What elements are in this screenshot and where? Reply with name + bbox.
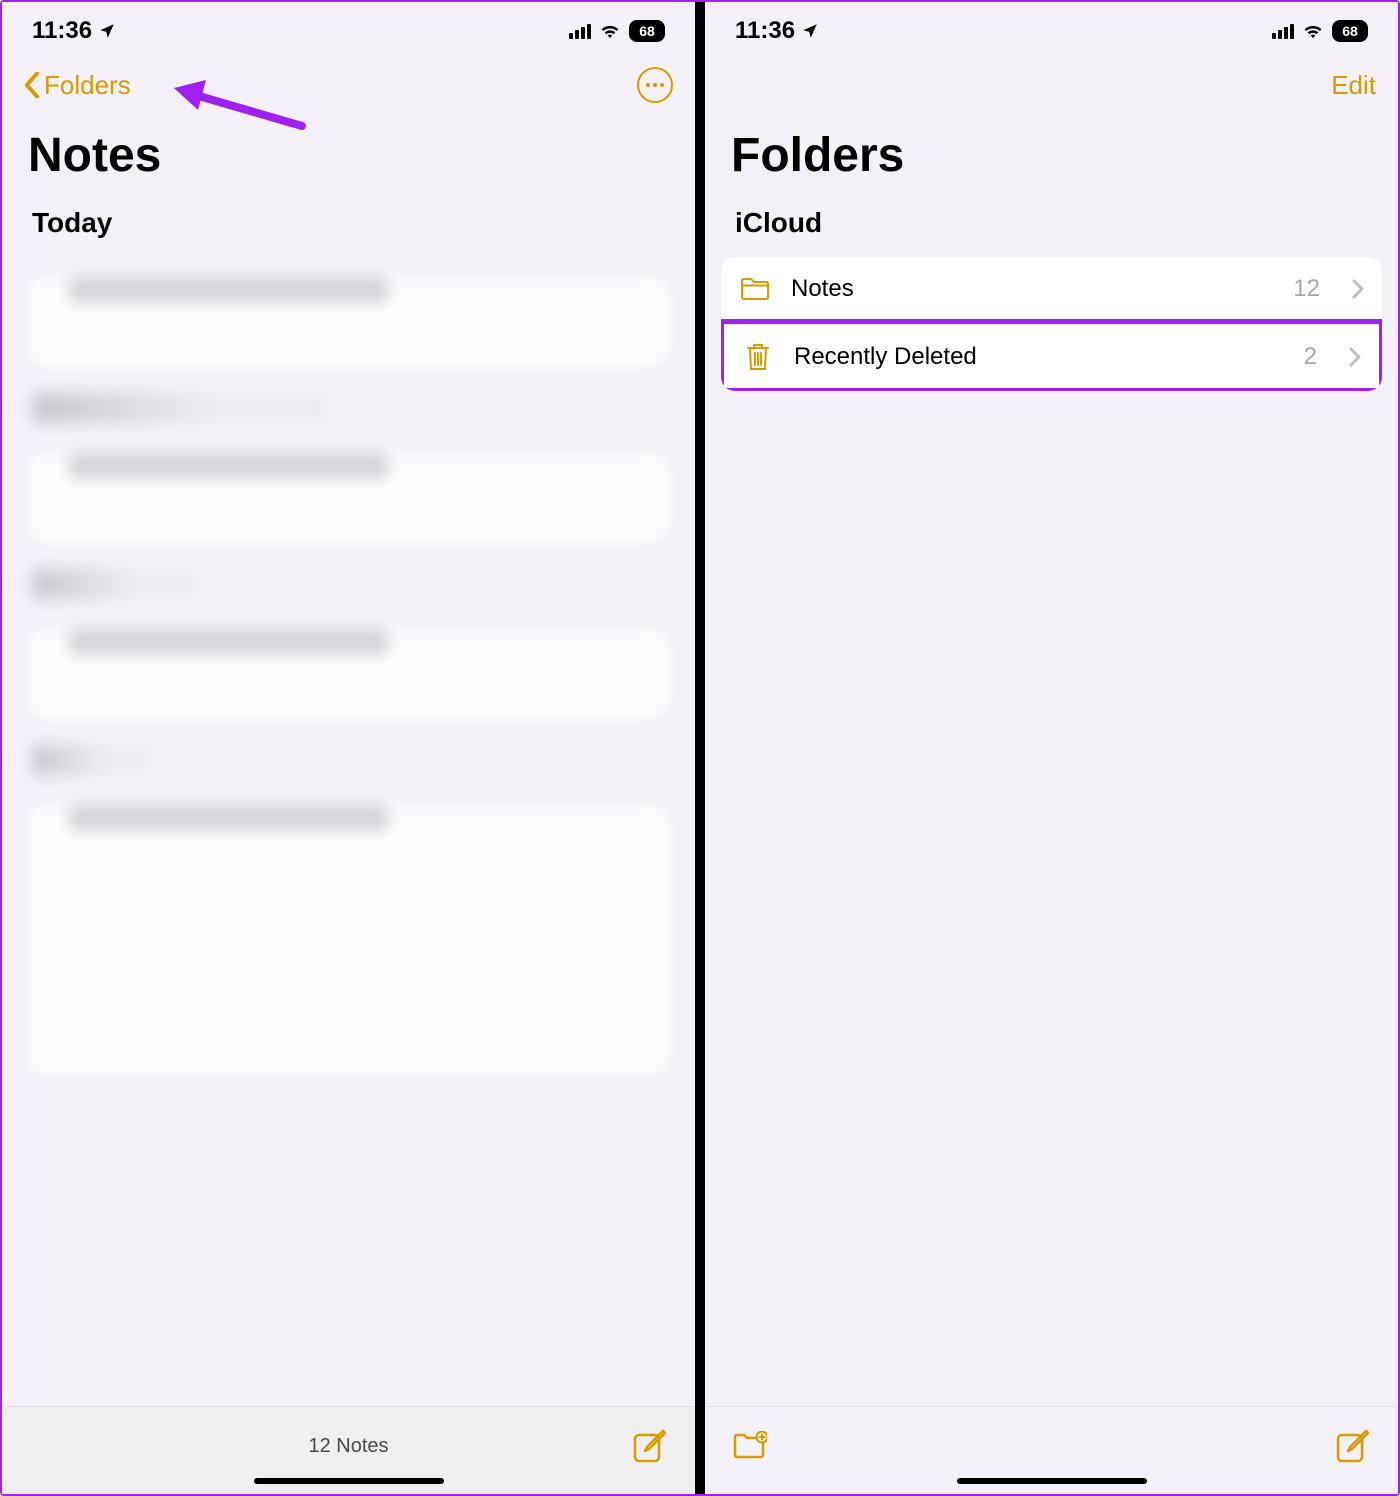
note-item[interactable] bbox=[28, 805, 669, 1075]
note-item[interactable] bbox=[28, 453, 669, 543]
section-header-today: Today bbox=[2, 193, 695, 247]
section-header-blurred bbox=[32, 393, 328, 423]
back-to-folders-button[interactable]: Folders bbox=[24, 70, 131, 101]
screenshot-divider bbox=[695, 2, 705, 1494]
nav-bar: Folders bbox=[2, 60, 695, 110]
home-indicator[interactable] bbox=[254, 1478, 444, 1484]
folder-count: 12 bbox=[1293, 275, 1320, 303]
location-icon bbox=[98, 22, 116, 40]
bottom-toolbar bbox=[705, 1406, 1398, 1494]
folder-count: 2 bbox=[1304, 343, 1317, 371]
folder-label: Notes bbox=[791, 275, 1273, 303]
wifi-icon bbox=[599, 23, 621, 39]
ellipsis-icon bbox=[646, 83, 650, 87]
bottom-toolbar: 12 Notes bbox=[2, 1406, 695, 1494]
status-time: 11:36 bbox=[735, 17, 795, 45]
note-item[interactable] bbox=[28, 277, 669, 367]
trash-icon bbox=[745, 342, 771, 372]
folder-list: Notes 12 Recently Deleted 2 bbox=[721, 257, 1382, 391]
status-bar: 11:36 68 bbox=[2, 2, 695, 60]
status-bar: 11:36 68 bbox=[705, 2, 1398, 60]
status-time: 11:36 bbox=[32, 17, 92, 45]
section-header-blurred bbox=[32, 745, 150, 775]
section-header-blurred bbox=[32, 569, 196, 599]
folder-label: Recently Deleted bbox=[794, 343, 1284, 371]
folder-row-notes[interactable]: Notes 12 bbox=[721, 257, 1382, 321]
chevron-left-icon bbox=[24, 72, 40, 98]
notes-count-label: 12 Notes bbox=[2, 1435, 695, 1458]
battery-level-icon: 68 bbox=[629, 20, 665, 42]
chevron-right-icon bbox=[1349, 347, 1361, 367]
phone-folders-screen: 11:36 68 Edit Folders iCloud bbox=[705, 2, 1398, 1494]
new-folder-button[interactable] bbox=[733, 1431, 767, 1461]
chevron-right-icon bbox=[1352, 279, 1364, 299]
annotation-highlight: Recently Deleted 2 bbox=[721, 319, 1382, 391]
folder-row-recently-deleted[interactable]: Recently Deleted 2 bbox=[724, 324, 1379, 388]
page-title: Folders bbox=[705, 110, 1398, 193]
folder-icon bbox=[740, 277, 770, 301]
phone-notes-screen: 11:36 68 Folders bbox=[2, 2, 695, 1494]
wifi-icon bbox=[1302, 23, 1324, 39]
note-item[interactable] bbox=[28, 629, 669, 719]
cellular-signal-icon bbox=[1272, 23, 1294, 39]
cellular-signal-icon bbox=[569, 23, 591, 39]
notes-list[interactable] bbox=[2, 247, 695, 1406]
more-options-button[interactable] bbox=[637, 67, 673, 103]
group-header-icloud: iCloud bbox=[705, 193, 1398, 247]
compose-note-button[interactable] bbox=[1336, 1429, 1370, 1463]
nav-bar: Edit bbox=[705, 60, 1398, 110]
back-label: Folders bbox=[44, 70, 131, 101]
battery-level-icon: 68 bbox=[1332, 20, 1368, 42]
edit-button[interactable]: Edit bbox=[1331, 70, 1376, 101]
location-icon bbox=[801, 22, 819, 40]
home-indicator[interactable] bbox=[957, 1478, 1147, 1484]
page-title: Notes bbox=[2, 110, 695, 193]
